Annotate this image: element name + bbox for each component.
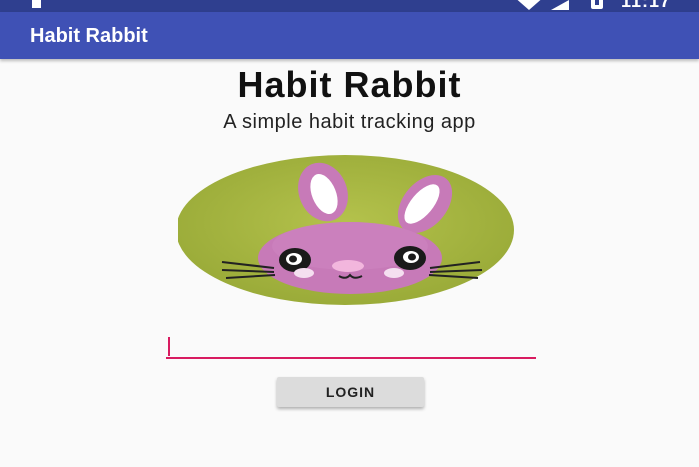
page-title: Habit Rabbit xyxy=(237,64,462,105)
status-time: 11:17 xyxy=(621,0,672,11)
username-input[interactable] xyxy=(166,335,536,359)
signal-icon xyxy=(551,0,569,10)
status-bar: 11:17 xyxy=(0,0,699,12)
notification-icon xyxy=(32,0,41,8)
page-subtitle: A simple habit tracking app xyxy=(223,111,476,133)
battery-icon xyxy=(591,0,603,9)
app-bar: Habit Rabbit xyxy=(0,12,699,59)
text-cursor xyxy=(168,337,170,356)
wifi-icon xyxy=(513,0,545,10)
rabbit-logo-icon xyxy=(178,155,514,305)
app-bar-title: Habit Rabbit xyxy=(30,25,148,47)
login-button[interactable]: LOGIN xyxy=(277,377,424,407)
